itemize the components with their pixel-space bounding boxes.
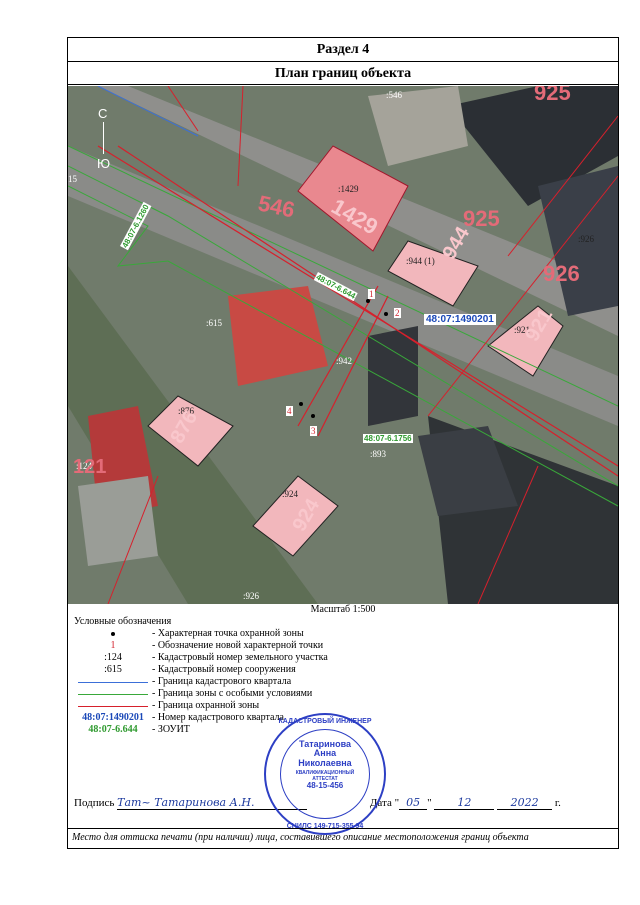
legend-text: - Характерная точка охранной зоны (152, 628, 304, 639)
legend-text: - Граница зоны с особыми условиями (152, 688, 313, 699)
legend-symbol: :615 (104, 664, 122, 675)
legend-row: - Граница зоны с особыми условиями (74, 688, 614, 700)
parcel-label: :926 (243, 591, 260, 601)
handwritten-signature: Тат~ Татаринова А.Н. (117, 796, 255, 809)
parcel-label: :942 (336, 356, 353, 366)
stamp-ring-text: КАДАСТРОВЫЙ ИНЖЕНЕР (278, 718, 372, 725)
north-arrow-icon (103, 122, 104, 154)
legend-symbol: :124 (104, 652, 122, 663)
map-scale: Масштаб 1:500 (310, 604, 376, 615)
parcel-label: :944 (1) (406, 256, 435, 266)
section-title: Раздел 4 (68, 38, 618, 62)
stamp-name3: Николаевна (298, 757, 352, 768)
legend-row: - Граница кадастрового квартала (74, 676, 614, 688)
quarter-number-label: 48:07:1490201 (424, 314, 496, 325)
south-label: Ю (97, 156, 111, 171)
stamp-cert-no: 48-15-456 (306, 780, 344, 790)
parcel-label: :1429 (338, 184, 359, 194)
legend-text: - Граница кадастрового квартала (152, 676, 292, 687)
parcel-label: :924 (282, 489, 299, 499)
legend-title: Условные обозначения (74, 616, 172, 627)
footer-note: Место для оттиска печати (при наличии) л… (68, 828, 618, 843)
legend-row: - Граница охранной зоны (74, 700, 614, 712)
year-suffix: г. (554, 797, 561, 809)
parcel-label: 925 (463, 206, 500, 231)
north-label: С (98, 106, 108, 121)
date-year: 2022 (510, 796, 539, 809)
parcel-label: 925 (534, 86, 571, 105)
signature-label: Подпись (74, 797, 115, 809)
legend-symbol: 48:07-6.644 (88, 724, 138, 735)
legend-row: :615 - Кадастровый номер сооружения (74, 664, 614, 676)
legend-text: - Кадастровый номер земельного участка (152, 652, 328, 663)
date-day: 05 (406, 796, 421, 809)
green-line-icon (78, 694, 148, 695)
document-frame: Раздел 4 План границ объекта С Ю 15:546… (67, 37, 619, 849)
legend-text: - Граница охранной зоны (152, 700, 260, 711)
seal-stamp: КАДАСТРОВЫЙ ИНЖЕНЕР Татаринова Анна Нико… (264, 713, 386, 835)
legend-text: - Номер кадастрового квартала (152, 712, 284, 723)
plan-title: План границ объекта (68, 62, 618, 85)
blue-line-icon (78, 682, 148, 683)
cadastral-map: С Ю 15 :546 925 546 :1429 1429 925 :944 … (68, 86, 618, 604)
parcel-label: 926 (543, 261, 580, 286)
parcel-label: :926 (578, 234, 595, 244)
legend-text: - Обозначение новой характерной точки (152, 640, 324, 651)
parcel-label: 121 (73, 456, 107, 478)
point-dot-icon (74, 628, 152, 640)
legend-text: - Кадастровый номер сооружения (152, 664, 296, 675)
parcel-label: :546 (386, 90, 403, 100)
zone-number-label: 48:07-6.1756 (363, 434, 413, 443)
parcel-label: :893 (370, 449, 387, 459)
map-canvas (68, 86, 618, 604)
legend-row: 1 - Обозначение новой характерной точки (74, 640, 614, 652)
point-number: 1 (368, 289, 375, 299)
legend-text: - ЗОУИТ (152, 724, 190, 735)
legend-symbol: 48:07:1490201 (82, 712, 144, 723)
parcel-label: :615 (206, 318, 223, 328)
point-number: 3 (310, 426, 317, 436)
legend-row: - Характерная точка охранной зоны (74, 628, 614, 640)
stamp-inner: Татаринова Анна Николаевна КВАЛИФИКАЦИОН… (280, 729, 370, 819)
legend-symbol: 1 (110, 640, 116, 651)
parcel-label: 15 (68, 174, 77, 184)
point-number: 2 (394, 308, 401, 318)
date-month: 12 (457, 796, 472, 809)
legend-row: :124 - Кадастровый номер земельного учас… (74, 652, 614, 664)
point-number: 4 (286, 406, 293, 416)
red-line-icon (78, 706, 148, 707)
